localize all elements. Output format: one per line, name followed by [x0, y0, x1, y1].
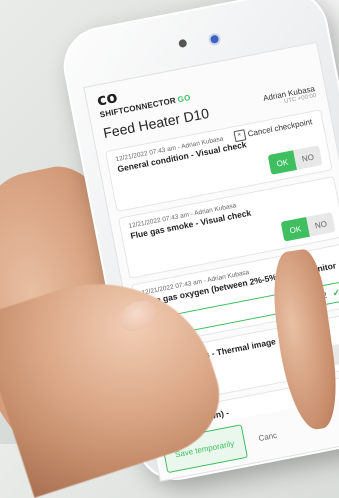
cancel-button[interactable]: Canc: [249, 418, 280, 456]
user-block[interactable]: Adrian Kubasa UTC +00:00: [262, 84, 316, 109]
ok-button[interactable]: OK: [280, 217, 310, 242]
no-button[interactable]: NO: [293, 145, 323, 170]
cancel-checkpoint-icon: ×: [233, 129, 247, 143]
no-button[interactable]: NO: [306, 212, 336, 237]
logo-icon: co: [95, 87, 119, 110]
ok-button[interactable]: OK: [267, 150, 298, 175]
check-icon: ✔: [331, 286, 339, 298]
brand-suffix: GO: [176, 93, 192, 105]
